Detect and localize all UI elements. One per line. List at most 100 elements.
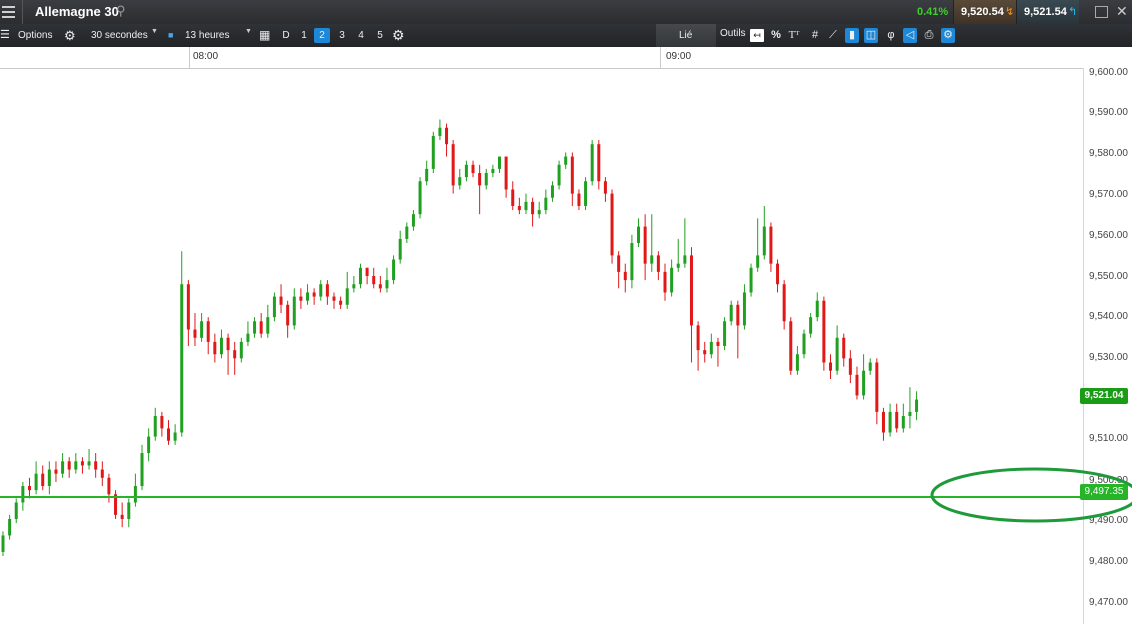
candle-down xyxy=(372,275,376,285)
candle-down xyxy=(703,350,707,355)
interval-select[interactable]: 30 secondes xyxy=(91,28,148,43)
linked-button[interactable]: Lié xyxy=(656,24,716,47)
candle-up xyxy=(306,292,310,301)
candle-down xyxy=(875,362,879,412)
grid-icon[interactable]: # xyxy=(808,28,822,43)
candle-down xyxy=(312,292,316,297)
candle-down xyxy=(233,350,237,359)
candle-up xyxy=(438,127,442,136)
candle-down xyxy=(769,226,773,264)
calendar-icon[interactable]: ▦ xyxy=(259,24,270,47)
tag-icon[interactable]: ◁ xyxy=(903,28,917,43)
candle-down xyxy=(570,156,574,194)
layout-5-button[interactable]: 5 xyxy=(372,28,388,43)
candle-up xyxy=(637,226,641,244)
time-axis xyxy=(0,47,1132,69)
candle-down xyxy=(511,189,515,206)
price-chart[interactable] xyxy=(0,68,1083,624)
layout-1-button[interactable]: 1 xyxy=(296,28,312,43)
current-price-label: 9,521.04 xyxy=(1084,390,1124,401)
candle-up xyxy=(246,333,250,342)
percent-button[interactable]: % xyxy=(769,28,783,43)
price-label: 9,590.00 xyxy=(1089,107,1128,118)
settings-tools-icon[interactable]: ⚙ xyxy=(941,28,955,43)
candle-down xyxy=(325,284,329,297)
candle-up xyxy=(676,263,680,268)
candle-down xyxy=(617,255,621,272)
candle-up xyxy=(809,317,813,334)
chart-settings-gear-icon[interactable]: ⚙ xyxy=(392,24,405,47)
window-restore-icon[interactable] xyxy=(1095,6,1108,18)
candle-up xyxy=(180,284,184,433)
candle-up xyxy=(8,518,12,536)
candle-up xyxy=(901,416,905,429)
candle-up xyxy=(405,226,409,239)
candlestick-icon[interactable]: ▮ xyxy=(845,28,859,43)
candle-down xyxy=(259,321,263,334)
print-icon[interactable]: ⎙ xyxy=(922,28,936,43)
candle-up xyxy=(630,243,634,281)
indicator-icon[interactable]: φ xyxy=(884,28,898,43)
candle-down xyxy=(471,164,475,174)
candle-down xyxy=(776,263,780,285)
candle-up xyxy=(272,296,276,318)
options-button[interactable]: Options xyxy=(18,24,52,47)
candle-down xyxy=(67,461,71,470)
layout-2-button[interactable]: 2 xyxy=(314,28,330,43)
candle-down xyxy=(279,296,283,305)
candle-up xyxy=(584,181,588,206)
candle-up xyxy=(127,502,131,519)
candle-up xyxy=(418,181,422,215)
layout-3-button[interactable]: 3 xyxy=(334,28,350,43)
candle-up xyxy=(683,255,687,264)
chevron-down-icon[interactable]: ▼ xyxy=(245,28,252,35)
text-tool-icon[interactable]: Tᵀ xyxy=(787,28,801,43)
bid-price: 9,520.54 xyxy=(961,6,1004,18)
candle-down xyxy=(478,173,482,186)
candle-up xyxy=(802,333,806,355)
candle-down xyxy=(226,337,230,351)
candle-up xyxy=(87,461,91,466)
lock-icon[interactable]: ■ xyxy=(168,24,173,47)
candle-up xyxy=(888,411,892,433)
candle-down xyxy=(848,358,852,375)
chevron-down-icon[interactable]: ▼ xyxy=(151,28,158,35)
candle-up xyxy=(253,321,257,334)
candle-down xyxy=(855,374,859,396)
bid-price-button[interactable]: 9,520.54 ↯ xyxy=(953,0,1016,24)
candle-down xyxy=(789,321,793,371)
candle-down xyxy=(517,205,521,211)
candle-up xyxy=(723,321,727,346)
layout-4-button[interactable]: 4 xyxy=(353,28,369,43)
settings-gear-icon[interactable]: ⚙ xyxy=(64,24,76,47)
candle-down xyxy=(504,156,508,190)
candle-down xyxy=(206,321,210,342)
candle-up xyxy=(140,453,144,487)
candle-up xyxy=(352,284,356,289)
candle-up xyxy=(398,238,402,260)
draw-line-icon[interactable]: ⟋ xyxy=(826,28,840,43)
crosshair-return-icon[interactable]: ↤ xyxy=(750,29,764,42)
candle-up xyxy=(21,486,25,503)
candlestick-series xyxy=(1,119,919,557)
line-price-label: 9,497.35 xyxy=(1084,486,1124,497)
search-icon[interactable]: ⚲ xyxy=(116,3,126,19)
ask-price-button[interactable]: 9,521.54 ↰ xyxy=(1016,0,1079,24)
candle-up xyxy=(200,321,204,338)
candle-down xyxy=(643,226,647,264)
candle-down xyxy=(365,267,369,276)
candle-down xyxy=(829,362,832,371)
candle-up xyxy=(749,267,753,293)
close-icon[interactable]: ✕ xyxy=(1116,3,1128,20)
timeframe-d-button[interactable]: D xyxy=(278,28,294,43)
options-list-icon[interactable]: ☰ xyxy=(0,24,10,47)
period-select[interactable]: 13 heures xyxy=(185,28,229,43)
compare-icon[interactable]: ◫ xyxy=(864,28,878,43)
candle-down xyxy=(696,325,700,351)
ask-price: 9,521.54 xyxy=(1024,6,1067,18)
candle-up xyxy=(392,259,396,281)
menu-icon[interactable] xyxy=(2,5,15,18)
candle-down xyxy=(100,469,104,478)
candle-up xyxy=(650,255,654,264)
candle-down xyxy=(663,271,667,293)
